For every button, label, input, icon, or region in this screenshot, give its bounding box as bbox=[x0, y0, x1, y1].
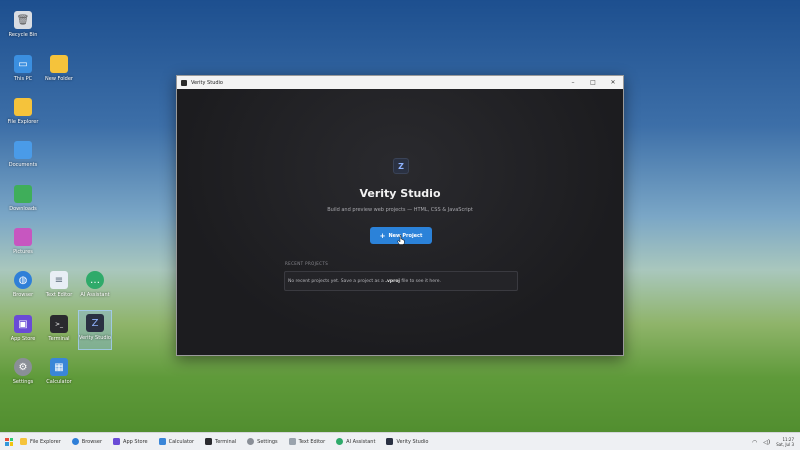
desktop-icon-documents[interactable]: Documents bbox=[1, 138, 45, 182]
taskbar-item-app-store[interactable]: App Store bbox=[113, 433, 148, 450]
desktop-icon-calculator[interactable]: ▦ Calculator bbox=[37, 355, 81, 399]
minimize-button[interactable]: – bbox=[563, 76, 583, 89]
recent-projects-heading: RECENT PROJECTS bbox=[285, 261, 329, 266]
maximize-button[interactable]: □ bbox=[583, 76, 603, 89]
plus-icon: + bbox=[379, 231, 386, 240]
verity-icon: Z bbox=[86, 314, 104, 332]
app-subtitle: Build and preview web projects — HTML, C… bbox=[327, 207, 473, 213]
folder-icon bbox=[50, 55, 68, 73]
terminal-icon bbox=[205, 438, 213, 445]
wifi-icon[interactable]: ◠ bbox=[752, 439, 757, 446]
folder-icon bbox=[20, 438, 27, 445]
chat-icon: … bbox=[86, 271, 104, 289]
start-button[interactable] bbox=[5, 437, 13, 446]
verity-logo-icon: Z bbox=[393, 158, 409, 174]
folder-icon bbox=[14, 228, 32, 246]
chat-icon bbox=[336, 438, 344, 445]
calculator-icon: ▦ bbox=[50, 358, 68, 376]
desktop-icon-ai-assistant[interactable]: … AI Assistant bbox=[73, 268, 117, 312]
calculator-icon bbox=[158, 438, 166, 445]
desktop-icon-recycle-bin[interactable]: 🗑 Recycle Bin bbox=[1, 8, 45, 52]
terminal-icon: >_ bbox=[50, 315, 68, 333]
desktop-icon-verity-studio[interactable]: Z Verity Studio bbox=[78, 310, 112, 350]
clock[interactable]: 11:27 Sat, Jul 3 bbox=[776, 437, 794, 447]
taskbar-item-ai-assistant[interactable]: AI Assistant bbox=[336, 433, 375, 450]
verity-studio-window: Verity Studio – □ ✕ Z Verity Studio Buil… bbox=[176, 75, 624, 356]
app-icon bbox=[181, 79, 187, 86]
taskbar-item-browser[interactable]: Browser bbox=[71, 433, 102, 450]
volume-icon[interactable]: ◁) bbox=[763, 439, 770, 446]
system-tray: ◠ ◁) 11:27 Sat, Jul 3 bbox=[752, 433, 794, 450]
recent-empty-suffix: file to see it here. bbox=[401, 278, 441, 284]
new-project-label: New Project bbox=[388, 232, 423, 239]
desktop-icon-terminal[interactable]: >_ Terminal bbox=[37, 312, 81, 356]
clock-date: Sat, Jul 3 bbox=[776, 442, 794, 447]
hand-cursor-icon bbox=[397, 235, 405, 245]
desktop-icon-file-explorer[interactable]: File Explorer bbox=[1, 95, 45, 139]
gear-icon: ⚙ bbox=[14, 358, 32, 376]
folder-icon bbox=[14, 185, 32, 203]
folder-icon bbox=[14, 98, 32, 116]
window-titlebar[interactable]: Verity Studio – □ ✕ bbox=[177, 76, 623, 89]
document-icon bbox=[288, 438, 296, 445]
recent-empty-prefix: No recent projects yet. Save a project a… bbox=[288, 278, 384, 284]
recent-empty-ext: .vproj bbox=[385, 278, 400, 284]
desktop-icon-downloads[interactable]: Downloads bbox=[1, 182, 45, 226]
close-button[interactable]: ✕ bbox=[603, 76, 623, 89]
recent-projects-list: No recent projects yet. Save a project a… bbox=[284, 271, 518, 291]
app-title: Verity Studio bbox=[359, 187, 441, 200]
welcome-screen: Z Verity Studio Build and preview web pr… bbox=[177, 89, 623, 355]
window-title: Verity Studio bbox=[191, 79, 223, 86]
verity-icon bbox=[386, 438, 394, 445]
desktop-icon-new-folder[interactable]: New Folder bbox=[37, 52, 81, 96]
document-icon: ≡ bbox=[50, 271, 68, 289]
globe-icon bbox=[71, 438, 79, 445]
globe-icon: ◍ bbox=[14, 271, 32, 289]
taskbar-item-settings[interactable]: Settings bbox=[247, 433, 278, 450]
taskbar-item-text-editor[interactable]: Text Editor bbox=[288, 433, 325, 450]
taskbar-item-verity-studio[interactable]: Verity Studio bbox=[386, 433, 428, 450]
gear-icon bbox=[247, 438, 255, 445]
taskbar-item-calculator[interactable]: Calculator bbox=[158, 433, 194, 450]
taskbar-item-file-explorer[interactable]: File Explorer bbox=[20, 433, 61, 450]
store-icon bbox=[113, 438, 121, 445]
monitor-icon: ▭ bbox=[14, 55, 32, 73]
recycle-bin-icon: 🗑 bbox=[14, 11, 32, 29]
taskbar: File Explorer Browser App Store Calculat… bbox=[0, 432, 800, 450]
store-icon: ▣ bbox=[14, 315, 32, 333]
folder-icon bbox=[14, 141, 32, 159]
desktop-icon-pictures[interactable]: Pictures bbox=[1, 225, 45, 269]
taskbar-item-terminal[interactable]: Terminal bbox=[205, 433, 236, 450]
